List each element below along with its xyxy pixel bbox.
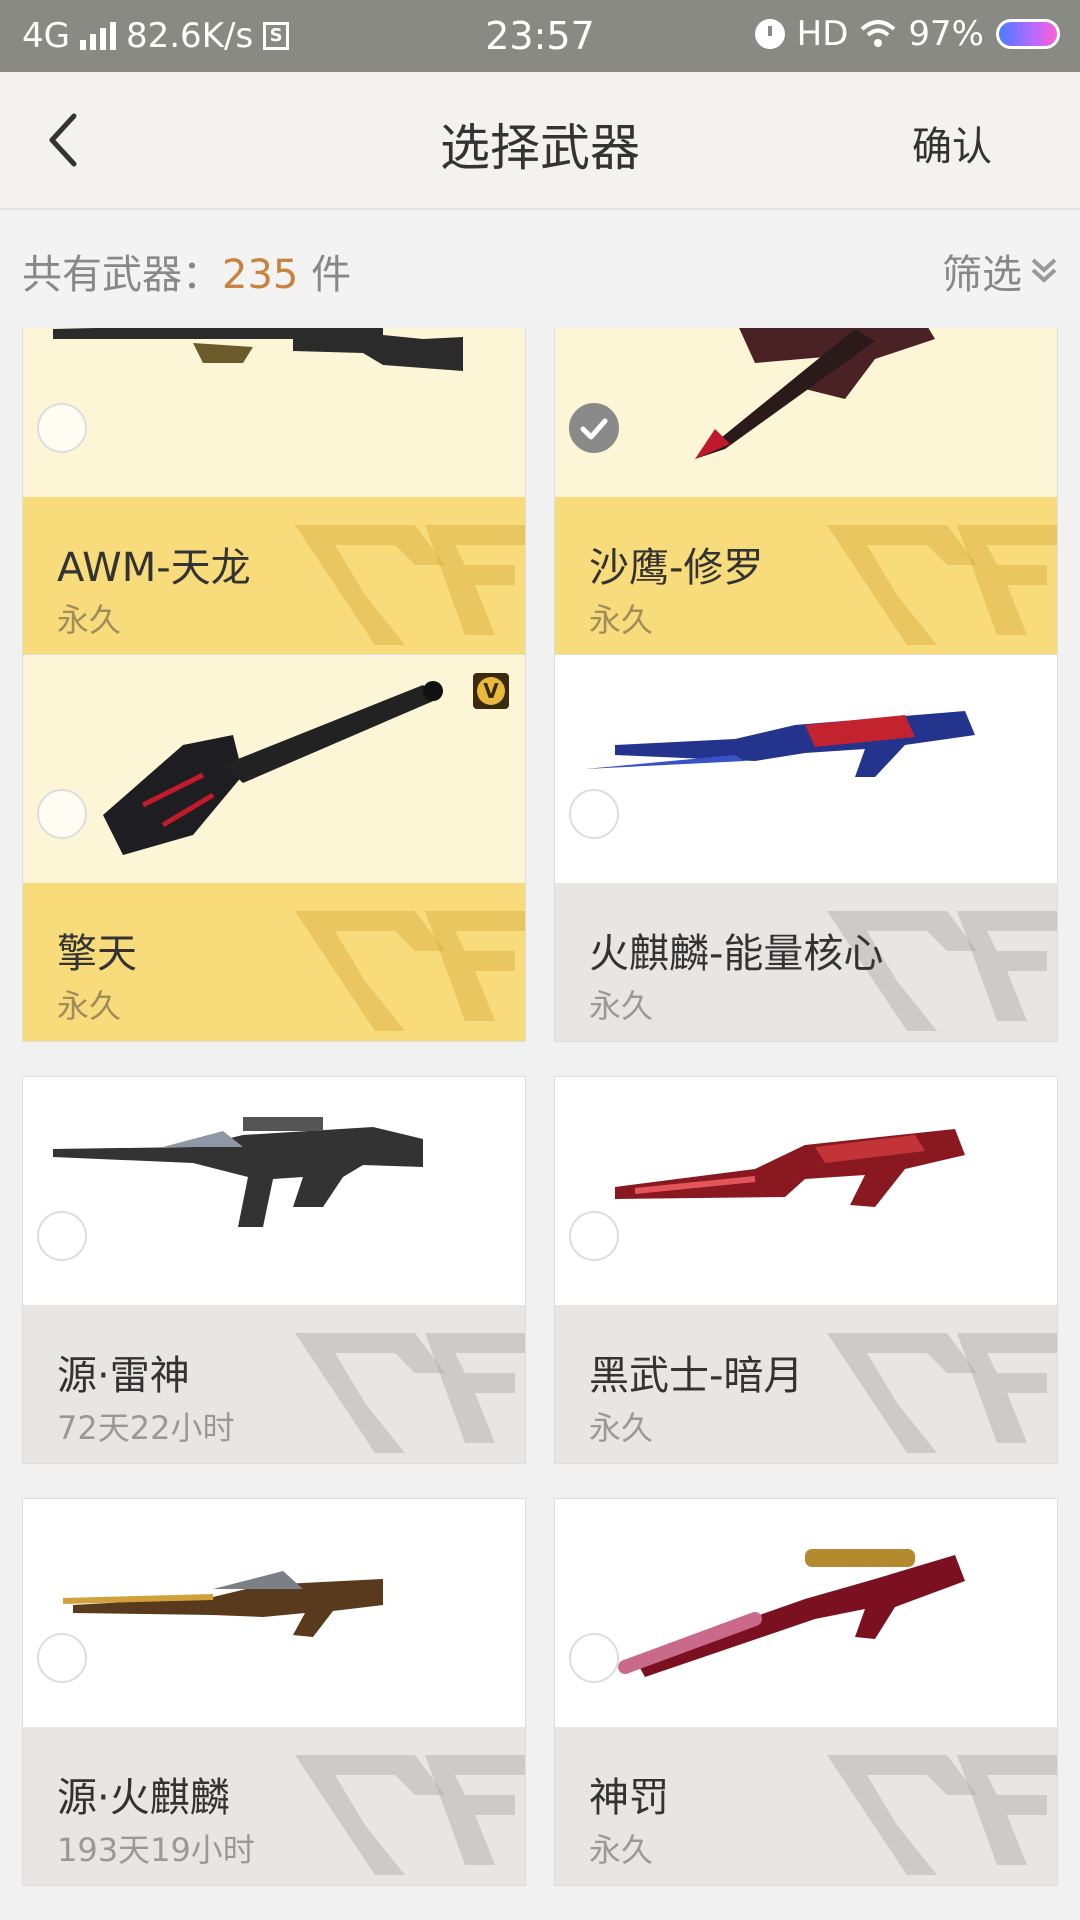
weapon-duration: 193天19小时 — [57, 1831, 255, 1869]
weapon-image-area — [23, 1077, 525, 1305]
weapon-card[interactable]: 源·火麒麟 193天19小时 — [22, 1498, 526, 1886]
cf-watermark-icon — [295, 1755, 525, 1875]
weapon-image-area: V — [555, 328, 1057, 497]
weapon-duration: 永久 — [589, 987, 654, 1025]
weapon-duration: 永久 — [589, 1831, 654, 1869]
cf-watermark-icon — [827, 1333, 1057, 1453]
weapon-card[interactable]: 源·雷神 72天22小时 — [22, 1076, 526, 1464]
cf-watermark-icon — [295, 525, 525, 645]
weapon-image-area — [555, 1077, 1057, 1305]
weapon-name: 黑武士-暗月 — [589, 1353, 804, 1399]
weapon-info: 源·火麒麟 193天19小时 — [23, 1727, 525, 1885]
count-suffix: 件 — [298, 252, 352, 298]
status-bar: 4G 82.6K/s S 23:57 HD 97% — [0, 0, 1080, 72]
nav-header: 选择武器 确认 — [0, 72, 1080, 210]
filter-button[interactable]: 筛选 — [942, 242, 1058, 300]
weapon-image-area — [555, 1499, 1057, 1727]
weapon-card[interactable]: V AWM-天龙 永久 — [22, 328, 526, 656]
weapon-count: 共有武器：235 件 — [22, 242, 351, 300]
select-checkbox[interactable] — [37, 1211, 87, 1261]
svg-text:V: V — [483, 679, 499, 703]
weapon-duration: 72天22小时 — [57, 1409, 235, 1447]
weapon-card[interactable]: 火麒麟-能量核心 永久 — [554, 654, 1058, 1042]
weapon-duration: 永久 — [57, 601, 122, 639]
select-checkbox[interactable] — [569, 1633, 619, 1683]
weapon-card[interactable]: 神罚 永久 — [554, 1498, 1058, 1886]
select-checkbox[interactable] — [569, 789, 619, 839]
weapon-image-area: V — [23, 328, 525, 497]
weapon-image — [615, 1129, 965, 1207]
weapon-duration: 永久 — [589, 1409, 654, 1447]
weapon-card[interactable]: 黑武士-暗月 永久 — [554, 1076, 1058, 1464]
weapon-image — [62, 1571, 383, 1637]
weapon-card[interactable]: V 沙鹰-修罗 永久 — [554, 328, 1058, 656]
summary-bar: 共有武器：235 件 筛选 — [0, 210, 1080, 320]
select-checkbox[interactable] — [569, 403, 619, 453]
weapon-duration: 永久 — [57, 987, 122, 1025]
select-checkbox[interactable] — [37, 789, 87, 839]
weapon-image-area: V — [23, 655, 525, 883]
vip-badge-icon: V — [473, 673, 509, 709]
select-checkbox[interactable] — [37, 1633, 87, 1683]
weapon-name: 火麒麟-能量核心 — [589, 931, 884, 977]
weapon-image — [53, 328, 463, 371]
weapon-name: AWM-天龙 — [57, 545, 251, 591]
confirm-button[interactable]: 确认 — [912, 114, 992, 172]
select-checkbox[interactable] — [569, 1211, 619, 1261]
count-prefix: 共有武器： — [22, 252, 222, 298]
filter-label: 筛选 — [942, 252, 1022, 298]
weapon-card[interactable]: V 擎天 永久 — [22, 654, 526, 1042]
weapon-info: 沙鹰-修罗 永久 — [555, 497, 1057, 655]
weapon-info: AWM-天龙 永久 — [23, 497, 525, 655]
status-right: HD 97% — [754, 14, 1060, 54]
weapon-image — [618, 1549, 965, 1677]
weapon-image-area — [555, 655, 1057, 883]
weapon-duration: 永久 — [589, 601, 654, 639]
cf-watermark-icon — [827, 1755, 1057, 1875]
weapon-name: 沙鹰-修罗 — [589, 545, 764, 591]
weapon-name: 源·雷神 — [57, 1353, 190, 1399]
weapon-info: 神罚 永久 — [555, 1727, 1057, 1885]
weapon-name: 源·火麒麟 — [57, 1775, 230, 1821]
hd-indicator: HD — [796, 14, 849, 54]
cf-watermark-icon — [295, 911, 525, 1031]
battery-percent: 97% — [908, 14, 984, 54]
count-value: 235 — [222, 252, 299, 298]
weapon-info: 源·雷神 72天22小时 — [23, 1305, 525, 1463]
check-icon — [580, 418, 608, 440]
alarm-icon — [754, 19, 785, 49]
weapon-image — [585, 711, 975, 777]
double-chevron-down-icon — [1031, 258, 1057, 283]
weapon-image — [103, 681, 443, 855]
cf-watermark-icon — [295, 1333, 525, 1453]
weapon-image-area — [23, 1499, 525, 1727]
wifi-icon — [861, 20, 896, 47]
weapon-info: 黑武士-暗月 永久 — [555, 1305, 1057, 1463]
weapon-name: 神罚 — [589, 1775, 669, 1821]
weapon-info: 火麒麟-能量核心 永久 — [555, 883, 1057, 1041]
cf-watermark-icon — [827, 525, 1057, 645]
weapon-image — [695, 328, 935, 459]
weapon-image — [53, 1117, 423, 1227]
weapon-name: 擎天 — [57, 931, 137, 977]
weapon-grid: V AWM-天龙 永久 V — [22, 328, 1058, 1920]
battery-icon — [996, 19, 1060, 49]
weapon-info: 擎天 永久 — [23, 883, 525, 1041]
select-checkbox[interactable] — [37, 403, 87, 453]
